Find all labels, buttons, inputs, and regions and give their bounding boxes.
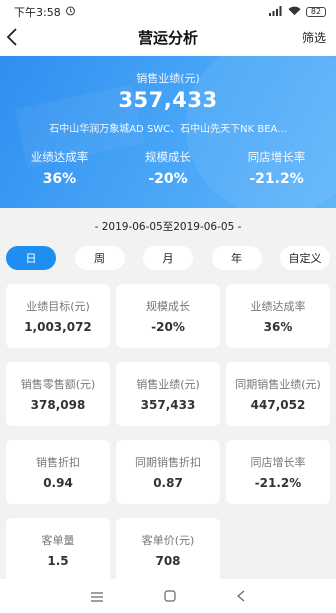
tab-year[interactable]: 年 <box>211 246 262 270</box>
metric-label: 业绩达成率 <box>30 150 89 164</box>
alarm-icon <box>65 5 76 19</box>
sales-label: 销售业绩(元) <box>136 72 200 85</box>
card-label: 同店增长率 <box>250 456 306 469</box>
metric-label: 同店增长率 <box>247 150 306 164</box>
tab-day[interactable]: 日 <box>6 246 56 270</box>
card-label: 业绩达成率 <box>250 300 306 313</box>
tab-month[interactable]: 月 <box>143 246 193 270</box>
card-label: 客单量 <box>41 534 75 547</box>
metric-label: 规模成长 <box>145 150 191 164</box>
metric-card: 业绩目标(元) 1,003,072 <box>6 284 110 348</box>
metrics-grid: 业绩目标(元) 1,003,072 规模成长 -20% 业绩达成率 36% 销售… <box>0 270 336 582</box>
card-label: 规模成长 <box>146 300 190 313</box>
status-bar: 下午3:58 82 <box>0 0 336 24</box>
card-value: 0.87 <box>153 476 183 490</box>
card-label: 同期销售业绩(元) <box>235 378 321 391</box>
store-list[interactable]: 石中山华润万象城AD SWC、石中山先天下NK BEA... <box>0 120 336 135</box>
metric-card: 同期销售业绩(元) 447,052 <box>226 362 330 426</box>
status-left: 下午3:58 <box>14 4 76 20</box>
date-range[interactable]: - 2019-06-05至2019-06-05 - <box>0 208 336 234</box>
card-label: 销售折扣 <box>36 456 80 469</box>
card-value: 0.94 <box>43 476 73 490</box>
card-label: 销售业绩(元) <box>136 378 200 391</box>
card-label: 业绩目标(元) <box>26 300 90 313</box>
metric-card: 同期销售折扣 0.87 <box>116 440 220 504</box>
back-icon[interactable] <box>237 587 245 606</box>
home-icon[interactable] <box>164 587 176 606</box>
status-time: 下午3:58 <box>14 6 61 19</box>
card-label: 销售零售额(元) <box>20 378 96 391</box>
card-label: 客单价(元) <box>141 534 195 547</box>
tab-week[interactable]: 周 <box>74 246 125 270</box>
metric-value: 36% <box>42 171 77 187</box>
signal-icon <box>269 5 283 19</box>
system-nav-bar <box>0 579 336 613</box>
metric-card: 同店增长率 -21.2% <box>226 440 330 504</box>
metric-card: 客单价(元) 708 <box>116 518 220 582</box>
empty-card-slot <box>226 518 330 582</box>
metric-card: 销售零售额(元) 378,098 <box>6 362 110 426</box>
tab-custom[interactable]: 自定义 <box>280 246 330 270</box>
sales-summary-banner: 销售业绩(元) 357,433 石中山华润万象城AD SWC、石中山先天下NK … <box>0 56 336 208</box>
content-area: - 2019-06-05至2019-06-05 - 日 周 月 年 自定义 业绩… <box>0 208 336 582</box>
metric-card: 业绩达成率 36% <box>226 284 330 348</box>
card-value: 357,433 <box>140 398 196 412</box>
battery-icon: 82 <box>306 7 326 17</box>
card-value: 36% <box>263 320 293 334</box>
period-tabs: 日 周 月 年 自定义 <box>0 246 336 270</box>
card-value: 708 <box>155 554 181 568</box>
card-value: 1.5 <box>47 554 69 568</box>
menu-icon[interactable] <box>90 587 103 606</box>
nav-bar: 营运分析 筛选 <box>0 24 336 50</box>
metric-card: 规模成长 -20% <box>116 284 220 348</box>
status-right: 82 <box>269 5 326 19</box>
back-arrow-icon[interactable] <box>6 25 26 49</box>
filter-button[interactable]: 筛选 <box>302 29 326 46</box>
wifi-icon <box>288 6 301 19</box>
card-value: -20% <box>151 320 185 334</box>
metric-card: 销售业绩(元) 357,433 <box>116 362 220 426</box>
metric-card: 客单量 1.5 <box>6 518 110 582</box>
card-value: 447,052 <box>250 398 306 412</box>
metric-achievement-rate: 业绩达成率 36% <box>6 149 113 187</box>
card-value: 1,003,072 <box>24 320 92 334</box>
metric-card: 销售折扣 0.94 <box>6 440 110 504</box>
card-value: -21.2% <box>254 476 302 490</box>
page-title: 营运分析 <box>137 28 198 47</box>
card-label: 同期销售折扣 <box>135 456 201 469</box>
card-value: 378,098 <box>30 398 86 412</box>
